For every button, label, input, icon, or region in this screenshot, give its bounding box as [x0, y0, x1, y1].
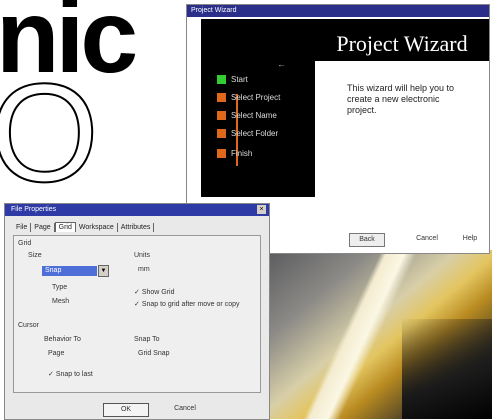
units-select[interactable]: mm: [138, 266, 150, 273]
step-finish: Finish: [217, 149, 253, 158]
properties-tabs: File Page Grid Workspace Attributes: [13, 222, 155, 234]
background-photo: [266, 250, 492, 419]
file-properties-dialog: File Properties × File Page Grid Workspace A…: [4, 203, 270, 420]
properties-title: File Properties: [11, 206, 57, 213]
step-label: Select Name: [231, 111, 277, 120]
tab-workspace[interactable]: Workspace: [76, 223, 118, 232]
size-select[interactable]: Snap: [42, 266, 97, 276]
step-marker-icon: [217, 75, 226, 84]
step-select-project: Select Project: [217, 93, 281, 102]
step-label: Select Project: [231, 93, 281, 102]
step-select-name: Select Name: [217, 111, 277, 120]
step-start: Start: [217, 75, 248, 84]
tab-grid[interactable]: Grid: [54, 222, 76, 232]
chevron-down-icon[interactable]: ▼: [98, 265, 109, 277]
photo-shadow: [402, 319, 492, 419]
tab-file[interactable]: File: [13, 223, 32, 232]
ok-button[interactable]: OK: [103, 403, 149, 417]
type-select[interactable]: Mesh: [52, 298, 69, 305]
step-marker-icon: [217, 129, 226, 138]
wizard-titlebar[interactable]: Project Wizard: [187, 5, 489, 17]
behavior-select[interactable]: Page: [48, 350, 64, 357]
grid-section-label: Grid: [18, 240, 32, 247]
cursor-section-label: Cursor: [18, 322, 40, 329]
wizard-description: This wizard will help you to create a ne…: [347, 83, 455, 115]
show-grid-checkbox[interactable]: ✓ Show Grid: [134, 288, 175, 296]
snap-grid-label: Snap to grid after move or copy: [141, 301, 240, 308]
close-icon[interactable]: ×: [257, 205, 266, 214]
tab-attributes[interactable]: Attributes: [118, 223, 155, 232]
help-button[interactable]: Help: [455, 233, 485, 245]
snap-to-label: Snap To: [134, 336, 160, 343]
size-label: Size: [28, 252, 42, 259]
tab-page[interactable]: Page: [31, 223, 55, 232]
snap-last-checkbox[interactable]: ✓ Snap to last: [48, 370, 93, 378]
step-label: Finish: [231, 149, 253, 158]
cancel-button[interactable]: Cancel: [165, 403, 205, 415]
wizard-steps-panel: ← Start Select Project Select Name Selec…: [201, 19, 315, 197]
properties-titlebar[interactable]: File Properties ×: [5, 204, 269, 216]
snap-to-select[interactable]: Grid Snap: [138, 350, 170, 357]
back-button[interactable]: Back: [349, 233, 385, 247]
step-label: Start: [231, 75, 248, 84]
step-marker-icon: [217, 149, 226, 158]
cancel-button[interactable]: Cancel: [409, 233, 445, 245]
wizard-title: Project Wizard: [336, 31, 468, 56]
back-arrow-icon: ←: [277, 59, 286, 69]
behavior-label: Behavior To: [44, 336, 81, 343]
step-marker-icon: [217, 111, 226, 120]
large-letter: O: [0, 53, 100, 212]
step-label: Select Folder: [231, 129, 279, 138]
type-label: Type: [52, 284, 68, 291]
grid-panel: Grid Size Snap ▼ Units mm Type Mesh ✓ Sh…: [13, 235, 261, 393]
show-grid-label: Show Grid: [141, 289, 175, 296]
units-label: Units: [134, 252, 150, 259]
wizard-banner: Project Wizard: [315, 19, 489, 61]
snap-last-label: Snap to last: [55, 371, 93, 378]
step-marker-icon: [217, 93, 226, 102]
snap-grid-checkbox[interactable]: ✓ Snap to grid after move or copy: [134, 300, 239, 308]
step-select-folder: Select Folder: [217, 129, 279, 138]
